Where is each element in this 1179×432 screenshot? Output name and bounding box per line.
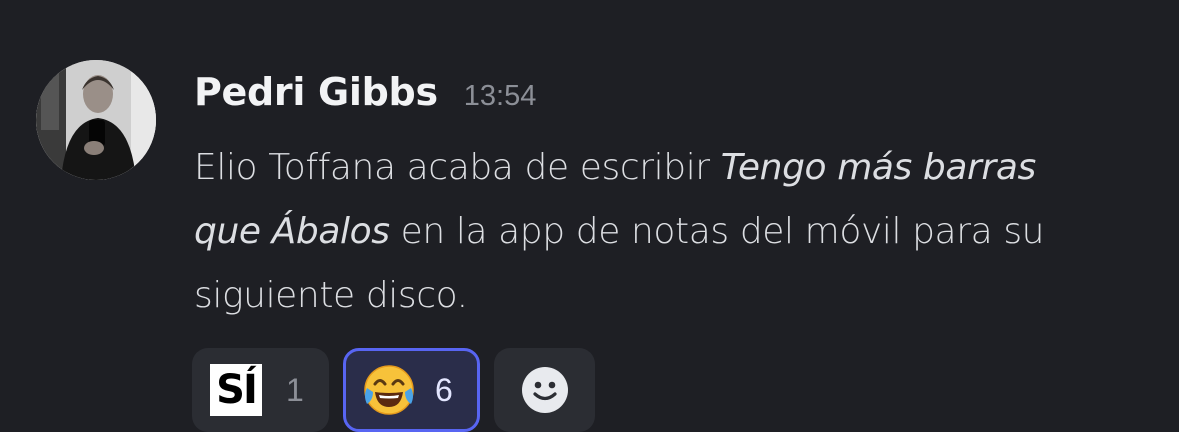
avatar-photo-icon bbox=[36, 60, 156, 180]
smiley-add-reaction-icon bbox=[521, 367, 568, 413]
reaction-joy[interactable]: 6 bbox=[343, 348, 480, 432]
message-content: Elio Toffana acaba de escribir Tengo más… bbox=[194, 136, 1094, 328]
reactions-bar: SÍ 1 6 bbox=[192, 348, 595, 432]
reaction-si[interactable]: SÍ 1 bbox=[192, 348, 329, 432]
reaction-count: 1 bbox=[286, 371, 304, 408]
author-name[interactable]: Pedri Gibbs bbox=[194, 70, 438, 114]
chat-message: Pedri Gibbs 13:54 Elio Toffana acaba de … bbox=[0, 0, 1179, 432]
add-reaction-button[interactable] bbox=[494, 348, 595, 432]
si-emoji-icon: SÍ bbox=[210, 364, 262, 416]
avatar[interactable] bbox=[36, 60, 156, 180]
reaction-count: 6 bbox=[435, 371, 453, 408]
message-text-part1: Elio Toffana acaba de escribir bbox=[194, 147, 721, 188]
message-header: Pedri Gibbs 13:54 bbox=[194, 70, 536, 126]
joy-emoji-icon bbox=[361, 362, 417, 418]
message-timestamp[interactable]: 13:54 bbox=[464, 80, 537, 113]
